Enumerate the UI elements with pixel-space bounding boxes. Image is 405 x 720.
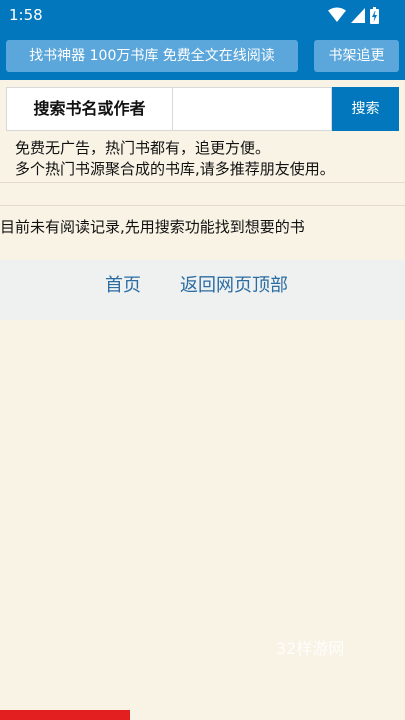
divider [0,182,405,183]
signal-icon [351,7,365,23]
footer-nav: 首页 返回网页顶部 [0,260,405,320]
search-button[interactable]: 搜索 [332,87,399,131]
search-input[interactable] [172,87,332,131]
site-notice: 免费无广告，热门书都有，追更方便。 多个热门书源聚合成的书库,请多推荐朋友使用。 [15,138,400,180]
home-link[interactable]: 首页 [105,274,141,298]
status-icons [328,6,379,24]
app-header: 找书神器 100万书库 免费全文在线阅读 书架追更 [0,30,405,80]
divider [0,205,405,206]
reading-history-empty-message: 目前未有阅读记录,先用搜索功能找到想要的书 [0,218,305,236]
status-time: 1:58 [9,6,43,24]
battery-icon [370,6,379,24]
search-bar: 搜索书名或作者 搜索 [6,87,399,131]
bookshelf-button[interactable]: 书架追更 [314,40,399,72]
red-strip [0,710,130,720]
search-label: 搜索书名或作者 [6,87,173,131]
site-title-button[interactable]: 找书神器 100万书库 免费全文在线阅读 [6,40,298,72]
notice-line-1: 免费无广告，热门书都有，追更方便。 [15,139,271,157]
watermark: 32样游网 [276,639,345,658]
notice-line-2: 多个热门书源聚合成的书库,请多推荐朋友使用。 [15,160,335,178]
back-to-top-link[interactable]: 返回网页顶部 [180,274,288,298]
status-bar: 1:58 [0,0,405,30]
wifi-icon [328,7,346,23]
